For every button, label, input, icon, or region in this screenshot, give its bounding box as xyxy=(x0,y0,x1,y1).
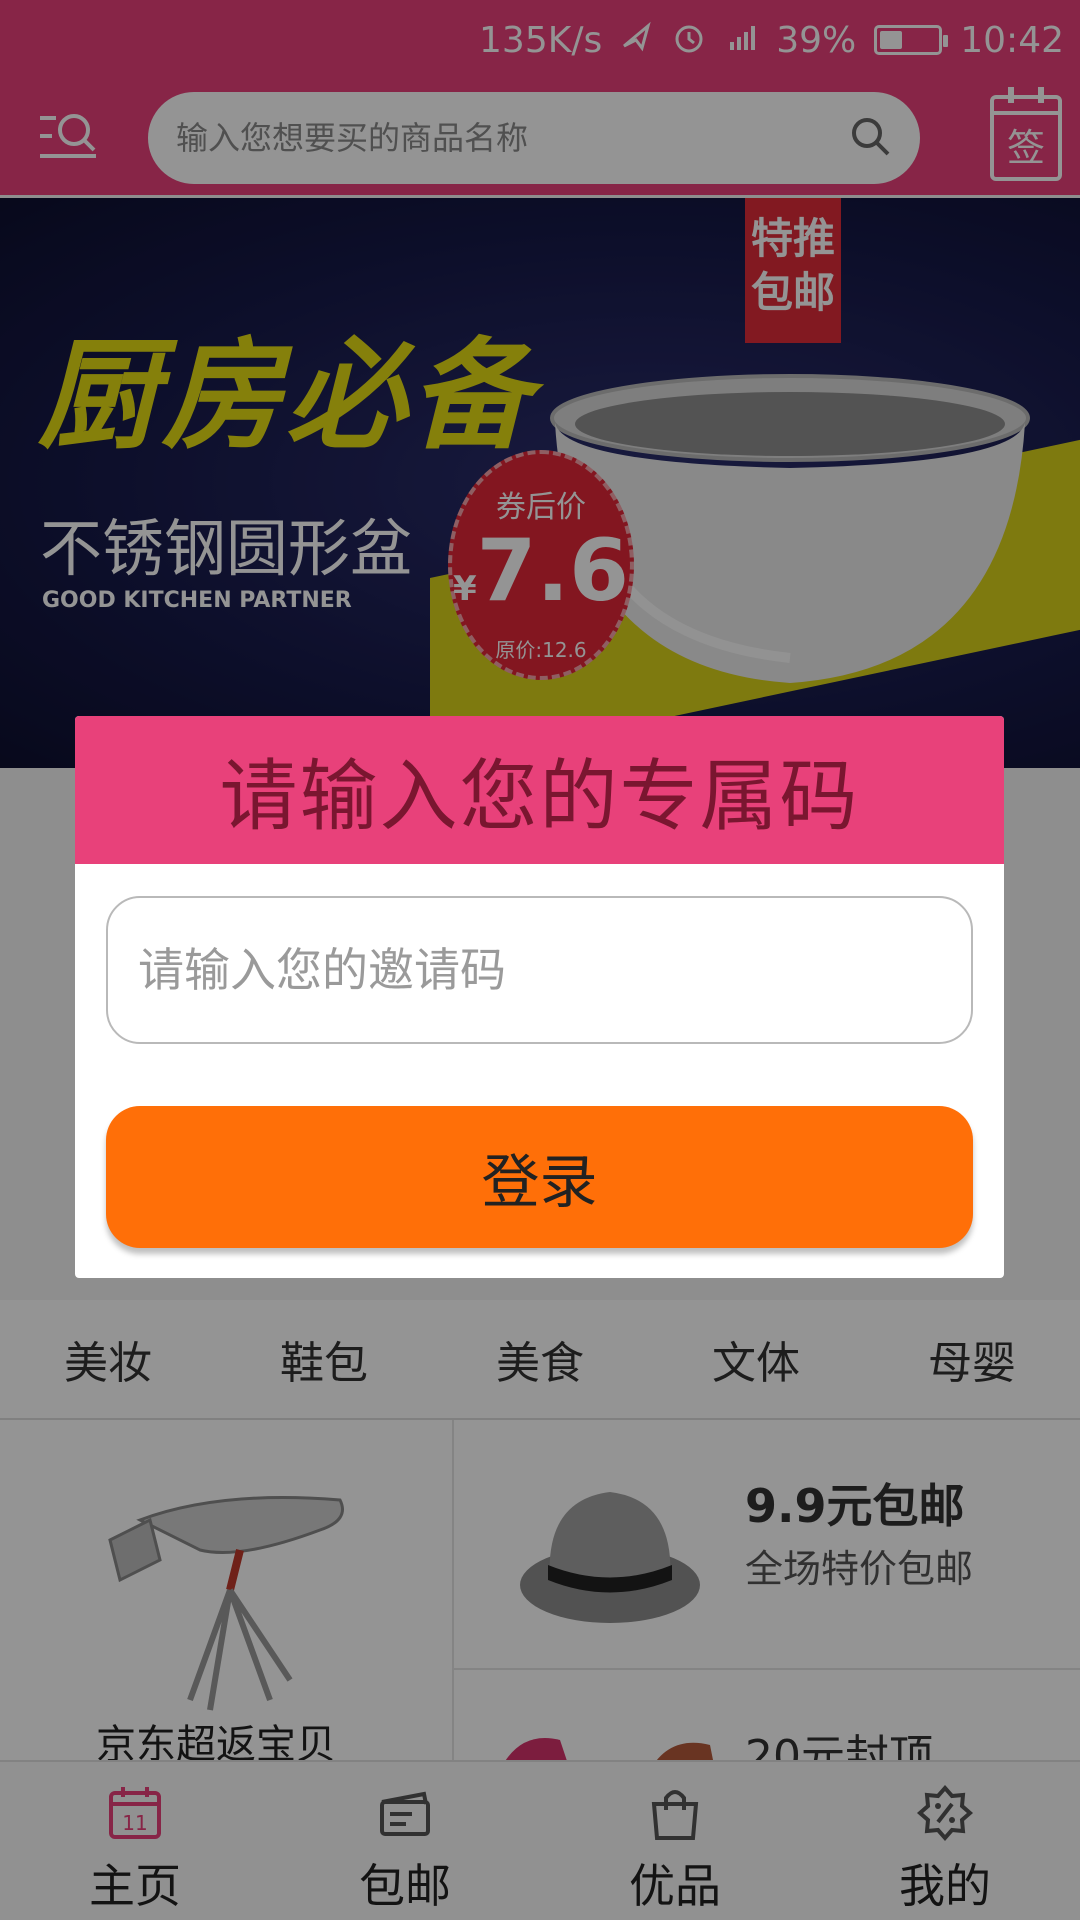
dialog-title: 请输入您的专属码 xyxy=(219,752,860,842)
invite-code-dialog: 请输入您的专属码 登录 xyxy=(75,716,1004,1278)
login-button[interactable]: 登录 xyxy=(106,1106,973,1248)
invite-code-input[interactable] xyxy=(106,896,973,1044)
dialog-header: 请输入您的专属码 xyxy=(75,716,1004,864)
